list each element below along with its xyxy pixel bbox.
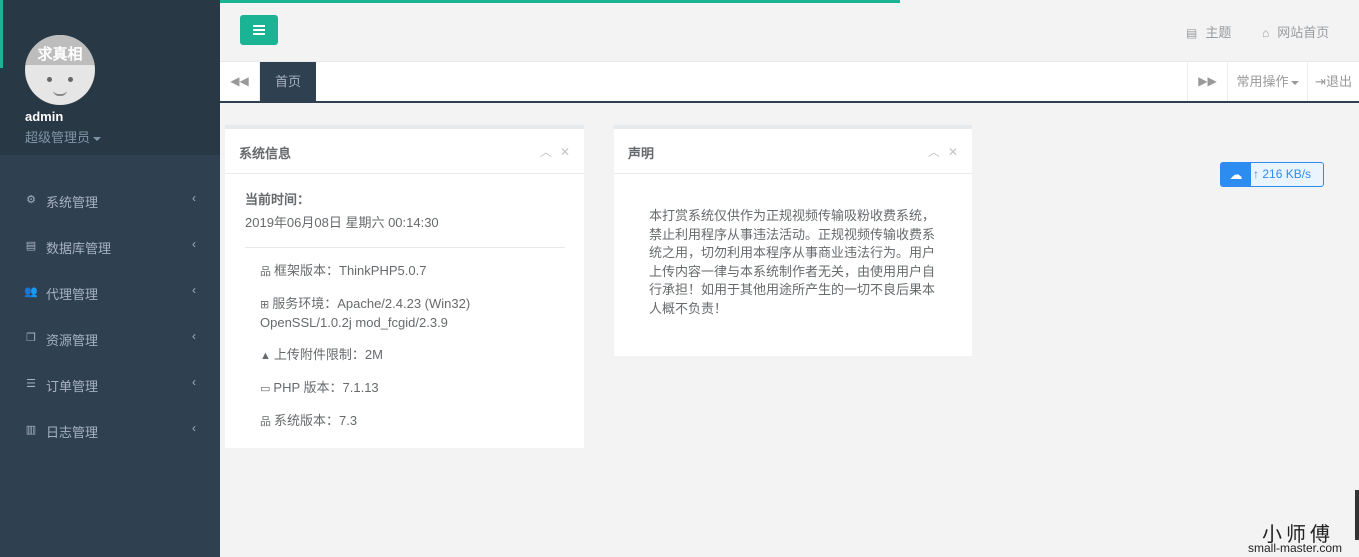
chevron-left-icon: ‹ xyxy=(192,375,196,389)
profile-block: 求真相 admin 超级管理员 xyxy=(0,0,220,155)
panel-tools: ︿ ✕ xyxy=(920,143,958,160)
scrollbar[interactable] xyxy=(1355,490,1359,540)
sidebar-item-logs[interactable]: ▥ 日志管理 ‹ xyxy=(0,407,220,453)
system-info-panel: 系统信息 ︿ ✕ 当前时间： 2019年06月08日 星期六 00:14:30 品… xyxy=(225,125,584,448)
common-ops-label: 常用操作 xyxy=(1236,74,1289,89)
chevron-left-icon: ‹ xyxy=(192,329,196,343)
chevron-up-icon[interactable]: ︿ xyxy=(540,145,552,159)
upload-arrow-icon: ↑ xyxy=(1253,167,1259,181)
chevron-left-icon: ‹ xyxy=(192,283,196,297)
sitemap-icon: 品 xyxy=(260,416,271,428)
users-icon: 👥 xyxy=(24,286,38,298)
chevron-left-icon: ‹ xyxy=(192,421,196,435)
close-icon[interactable]: ✕ xyxy=(948,145,958,159)
database-icon: ▤ xyxy=(25,240,37,252)
sidebar-item-orders[interactable]: ☰ 订单管理 ‹ xyxy=(0,361,220,407)
windows-icon: ⊞ xyxy=(260,299,270,311)
cloud-icon: ☁ xyxy=(1221,163,1251,186)
watermark-en: small-master.com xyxy=(1248,541,1343,555)
info-upload-limit: ▲ 上传附件限制：2M xyxy=(260,347,383,362)
panel-title: 声明 xyxy=(628,146,655,161)
close-icon[interactable]: ✕ xyxy=(560,145,570,159)
panel-title: 系统信息 xyxy=(239,146,292,161)
sidebar-menu: ⚙ 系统管理 ‹ ▤ 数据库管理 ‹ 👥 代理管理 ‹ ❐ 资源管理 ‹ ☰ 订… xyxy=(0,177,220,453)
info-php-version: ▭ PHP 版本：7.1.13 xyxy=(260,380,379,395)
chevron-left-icon: ‹ xyxy=(192,191,196,205)
common-ops-dropdown[interactable]: 常用操作 xyxy=(1227,62,1307,101)
caret-down-icon xyxy=(93,136,102,141)
notice-text: 本打赏系统仅供作为正规视频传输吸粉收费系统，禁止利用程序从事违法活动。正规视频传… xyxy=(649,208,936,316)
tasks-icon: ▤ xyxy=(1186,26,1198,40)
sidebar-item-resources[interactable]: ❐ 资源管理 ‹ xyxy=(0,315,220,361)
network-speed-widget[interactable]: ☁ ↑ 216 KB/s xyxy=(1220,162,1324,187)
chevron-up-icon[interactable]: ︿ xyxy=(928,145,940,159)
info-system-version: 品系统版本：7.3 xyxy=(260,413,358,428)
forward-icon: ▶▶ xyxy=(1198,74,1217,88)
site-home-label: 网站首页 xyxy=(1277,25,1330,40)
tab-home[interactable]: 首页 xyxy=(260,62,316,101)
system-info-body: 当前时间： 2019年06月08日 星期六 00:14:30 品框架版本：Thi… xyxy=(245,189,565,431)
avatar-text: 求真相 xyxy=(37,45,83,63)
gear-icon: ⚙ xyxy=(26,194,36,206)
home-icon: ⌂ xyxy=(1262,26,1270,40)
sidebar: 求真相 admin 超级管理员 ⚙ 系统管理 ‹ ▤ 数据库管理 ‹ 👥 代理管… xyxy=(0,0,220,557)
server-icon: ▥ xyxy=(25,424,37,436)
page-load-progress xyxy=(220,0,900,3)
sidebar-item-database[interactable]: ▤ 数据库管理 ‹ xyxy=(0,223,220,269)
sidebar-item-label: 系统管理 xyxy=(46,195,99,210)
avatar[interactable]: 求真相 xyxy=(25,35,95,105)
list-icon: ☰ xyxy=(26,378,36,390)
divider xyxy=(245,247,565,248)
speed-value: 216 KB/s xyxy=(1262,167,1312,181)
warning-icon: ▲ xyxy=(260,350,271,362)
panel-tools: ︿ ✕ xyxy=(532,143,570,160)
tabs-scroll-left-button[interactable]: ◀◀ xyxy=(220,62,260,101)
sidebar-item-label: 日志管理 xyxy=(46,425,99,440)
info-framework: 品框架版本：ThinkPHP5.0.7 xyxy=(260,263,427,278)
info-server: ⊞ 服务环境：Apache/2.4.23 (Win32) OpenSSL/1.0.… xyxy=(260,296,471,330)
chevron-left-icon: ‹ xyxy=(192,237,196,251)
top-navbar: ▤ 主题 ⌂ 网站首页 xyxy=(220,0,1359,62)
sidebar-item-label: 数据库管理 xyxy=(46,241,112,256)
theme-link[interactable]: ▤ 主题 xyxy=(1186,22,1231,41)
backward-icon: ◀◀ xyxy=(230,74,249,88)
sidebar-item-label: 订单管理 xyxy=(46,379,99,394)
logout-button[interactable]: ⇥退出 xyxy=(1307,62,1359,101)
sitemap-icon: 品 xyxy=(260,266,271,278)
theme-label: 主题 xyxy=(1205,25,1232,40)
panel-header: 系统信息 ︿ ✕ xyxy=(225,129,584,174)
sidebar-item-label: 代理管理 xyxy=(46,287,99,302)
menu-toggle-button[interactable] xyxy=(240,15,278,45)
role-dropdown[interactable]: 超级管理员 xyxy=(25,127,102,146)
caret-down-icon xyxy=(1290,80,1299,85)
copy-icon: ❐ xyxy=(26,332,36,344)
logout-label: 退出 xyxy=(1325,74,1352,89)
tabs-row: ◀◀ 首页 ▶▶ 常用操作 ⇥退出 xyxy=(220,62,1359,103)
credit-card-icon: ▭ xyxy=(260,383,271,395)
sidebar-item-label: 资源管理 xyxy=(46,333,99,348)
panel-header: 声明 ︿ ✕ xyxy=(614,129,972,174)
role-label: 超级管理员 xyxy=(25,130,91,145)
time-label: 当前时间： xyxy=(245,192,311,207)
time-value: 2019年06月08日 星期六 00:14:30 xyxy=(245,215,439,230)
sidebar-item-agents[interactable]: 👥 代理管理 ‹ xyxy=(0,269,220,315)
tabs-scroll-right-button[interactable]: ▶▶ xyxy=(1187,62,1227,101)
sidebar-item-system[interactable]: ⚙ 系统管理 ‹ xyxy=(0,177,220,223)
site-home-link[interactable]: ⌂ 网站首页 xyxy=(1262,22,1329,41)
username: admin xyxy=(25,109,64,124)
notice-panel: 声明 ︿ ✕ 本打赏系统仅供作为正规视频传输吸粉收费系统，禁止利用程序从事违法活动… xyxy=(614,125,972,356)
sign-out-icon: ⇥ xyxy=(1315,74,1326,89)
